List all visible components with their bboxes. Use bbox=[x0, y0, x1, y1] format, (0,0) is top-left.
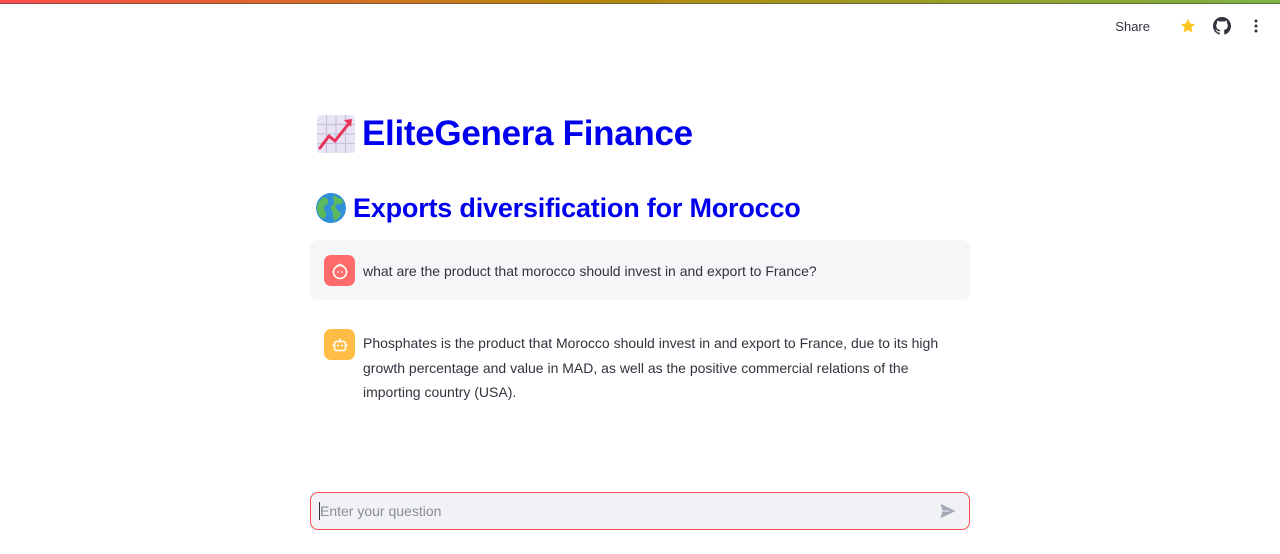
robot-icon bbox=[324, 329, 355, 360]
github-icon[interactable] bbox=[1210, 14, 1234, 38]
page-subtitle: Exports diversification for Morocco bbox=[315, 192, 801, 224]
chart-increasing-icon bbox=[316, 114, 356, 154]
globe-icon bbox=[315, 192, 347, 224]
app-title: EliteGenera Finance bbox=[362, 114, 693, 153]
app-toolbar: Share bbox=[1115, 14, 1268, 38]
send-icon[interactable] bbox=[937, 500, 959, 522]
chat-input-container bbox=[310, 492, 970, 530]
assistant-message-text: Phosphates is the product that Morocco s… bbox=[363, 335, 939, 400]
chat-message-assistant: Phosphates is the product that Morocco s… bbox=[310, 314, 970, 421]
user-message-text: what are the product that morocco should… bbox=[363, 263, 817, 279]
star-icon[interactable] bbox=[1176, 14, 1200, 38]
page-title: EliteGenera Finance bbox=[316, 114, 693, 154]
more-vertical-icon[interactable] bbox=[1244, 14, 1268, 38]
chat-message-user: what are the product that morocco should… bbox=[310, 240, 970, 300]
top-decoration-bar bbox=[0, 0, 1280, 4]
user-face-icon bbox=[324, 255, 355, 286]
chat-input[interactable] bbox=[320, 503, 937, 519]
section-heading: Exports diversification for Morocco bbox=[353, 192, 801, 223]
share-button[interactable]: Share bbox=[1115, 19, 1150, 34]
